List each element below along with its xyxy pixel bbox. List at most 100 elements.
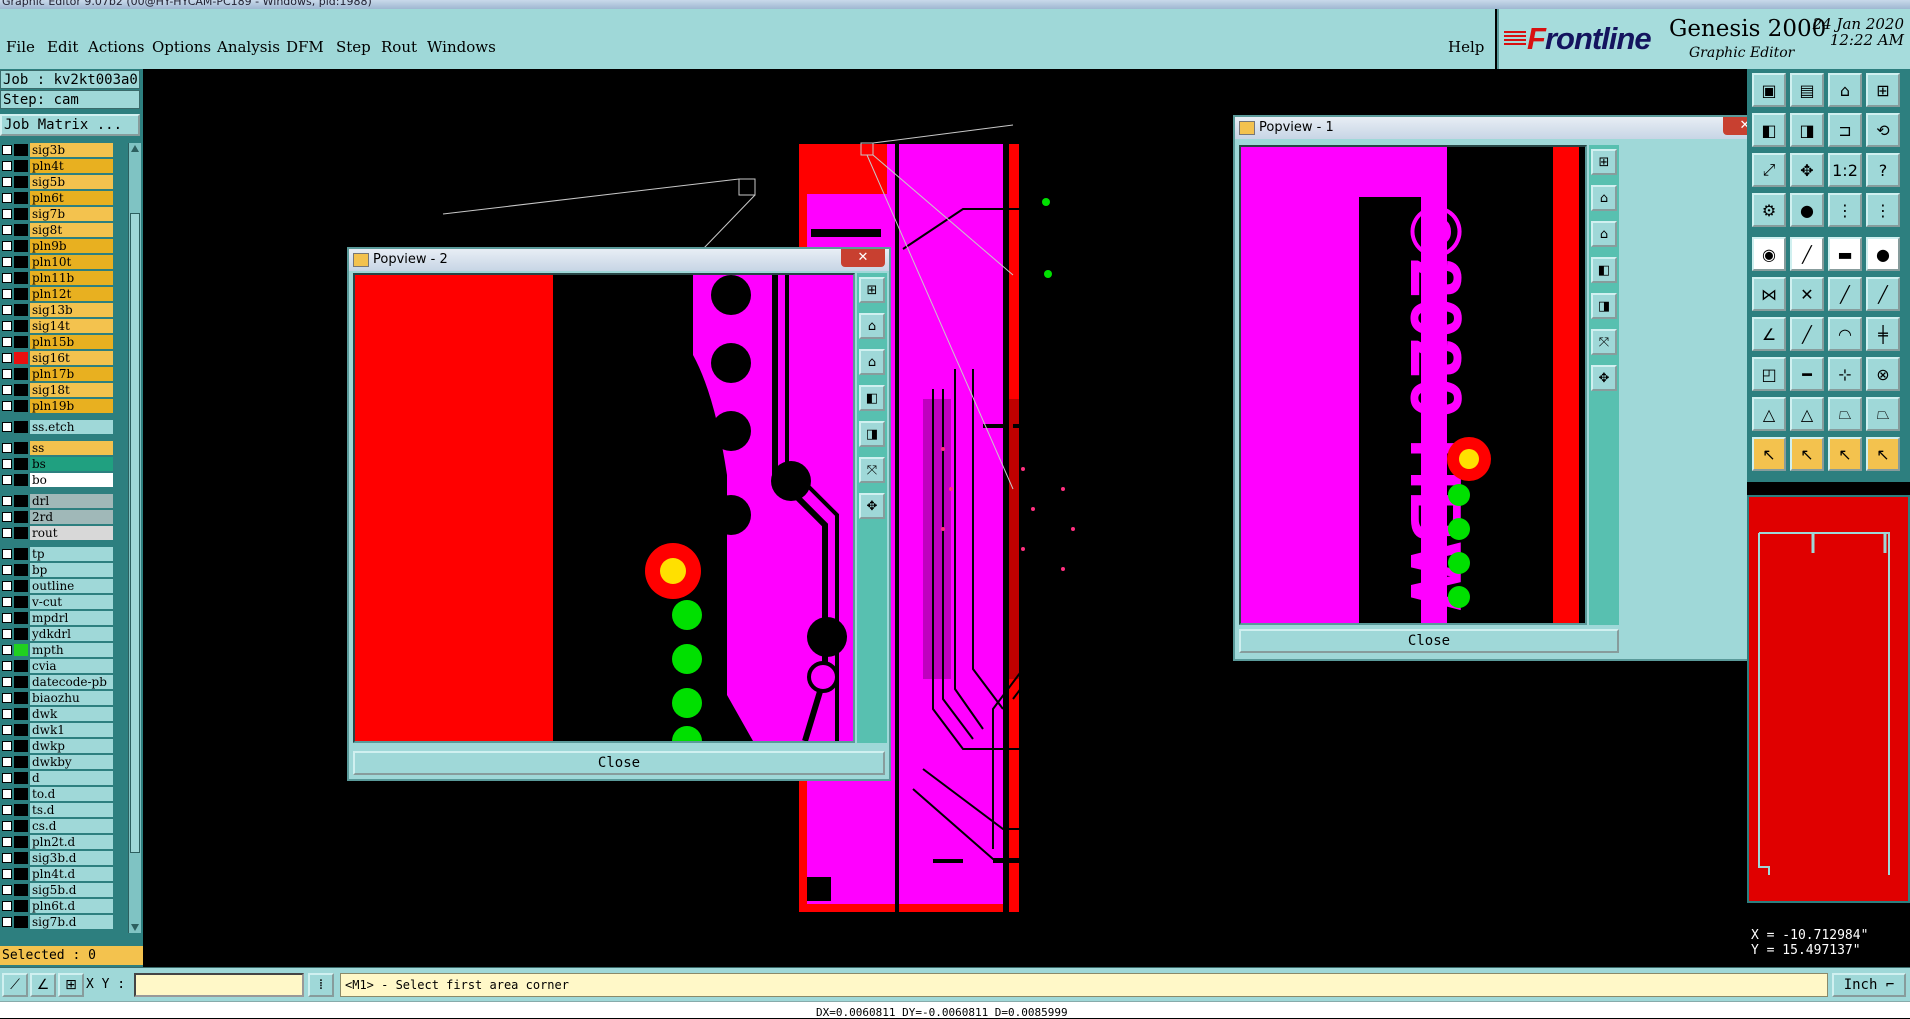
scale-one-to-two-icon[interactable]: 1:2 <box>1828 153 1862 187</box>
layer-checkbox[interactable] <box>2 869 12 879</box>
layer-checkbox[interactable] <box>2 693 12 703</box>
layer-checkbox[interactable] <box>2 401 12 411</box>
layer-display-swatch[interactable] <box>14 580 28 592</box>
layer-row[interactable]: pln10t <box>0 255 128 269</box>
layer-name[interactable]: drl <box>30 494 113 508</box>
layer-display-swatch[interactable] <box>14 820 28 832</box>
layer-checkbox[interactable] <box>2 661 12 671</box>
layer-display-swatch[interactable] <box>14 676 28 688</box>
angle-icon[interactable]: ∠ <box>1752 317 1786 351</box>
layer-checkbox[interactable] <box>2 725 12 735</box>
layer-row[interactable]: datecode-pb <box>0 675 128 689</box>
layer-display-swatch[interactable] <box>14 144 28 156</box>
save-view-icon[interactable]: ▤ <box>1790 73 1824 107</box>
layer-display-swatch[interactable] <box>14 660 28 672</box>
layer-display-swatch[interactable] <box>14 458 28 470</box>
home-view-icon[interactable]: ⌂ <box>1828 73 1862 107</box>
layer-name[interactable]: d <box>30 771 113 785</box>
zoom-home-icon[interactable]: ⌂ <box>1591 185 1617 211</box>
layer-checkbox[interactable] <box>2 853 12 863</box>
layer-row[interactable]: sig3b.d <box>0 851 128 865</box>
layer-row[interactable]: sig16t <box>0 351 128 365</box>
layer-name[interactable]: sig3b.d <box>30 851 113 865</box>
layer-row[interactable]: dwkp <box>0 739 128 753</box>
layer-checkbox[interactable] <box>2 885 12 895</box>
layer-row[interactable]: sig5b <box>0 175 128 189</box>
layer-row[interactable]: sig13b <box>0 303 128 317</box>
redraw-icon[interactable]: ⟲ <box>1866 113 1900 147</box>
layer-display-swatch[interactable] <box>14 208 28 220</box>
layer-name[interactable]: biaozhu <box>30 691 113 705</box>
layer-checkbox[interactable] <box>2 353 12 363</box>
pan-right-icon[interactable]: ◨ <box>1591 293 1617 319</box>
layer-display-swatch[interactable] <box>14 644 28 656</box>
layer-checkbox[interactable] <box>2 443 12 453</box>
scroll-thumb[interactable] <box>130 213 140 853</box>
layer-checkbox[interactable] <box>2 789 12 799</box>
layer-name[interactable]: 2rd <box>30 510 113 524</box>
pan-left-icon[interactable]: ◧ <box>1591 257 1617 283</box>
layer-display-swatch[interactable] <box>14 884 28 896</box>
layer-row[interactable]: dwk1 <box>0 723 128 737</box>
layer-name[interactable]: pln15b <box>30 335 113 349</box>
layer-name[interactable]: cvia <box>30 659 113 673</box>
group-icon[interactable]: ⊗ <box>1866 357 1900 391</box>
layer-checkbox[interactable] <box>2 709 12 719</box>
layer-checkbox[interactable] <box>2 512 12 522</box>
layer-list-scrollbar[interactable] <box>128 143 141 933</box>
layer-name[interactable]: tp <box>30 547 113 561</box>
layer-row[interactable]: sig3b <box>0 143 128 157</box>
layer-name[interactable]: sig5b.d <box>30 883 113 897</box>
layer-display-swatch[interactable] <box>14 384 28 396</box>
layer-checkbox[interactable] <box>2 289 12 299</box>
layer-checkbox[interactable] <box>2 161 12 171</box>
layer-row[interactable]: dwk <box>0 707 128 721</box>
layer-name[interactable]: bo <box>30 473 113 487</box>
zoom-out-icon[interactable]: ⤧ <box>1591 329 1617 355</box>
layer-name[interactable]: sig16t <box>30 351 113 365</box>
zoom-fit-icon[interactable]: ⊞ <box>1591 149 1617 175</box>
pan-left-icon[interactable]: ◧ <box>1752 113 1786 147</box>
select-arrow2-icon[interactable]: ↖ <box>1790 437 1824 471</box>
layer-display-swatch[interactable] <box>14 352 28 364</box>
menu-rout[interactable]: Rout <box>381 38 417 56</box>
job-matrix-button[interactable]: Job Matrix ... <box>0 114 140 136</box>
scroll-up-icon[interactable] <box>131 145 139 152</box>
layer-display-swatch[interactable] <box>14 788 28 800</box>
slash-icon[interactable]: ╱ <box>1790 317 1824 351</box>
layer-checkbox[interactable] <box>2 821 12 831</box>
trapezoid-icon[interactable]: ⏢ <box>1828 397 1862 431</box>
popview-2-close-icon[interactable]: ✕ <box>841 249 885 267</box>
layer-row[interactable]: dwkby <box>0 755 128 769</box>
line-red-icon[interactable]: ╱ <box>1828 277 1862 311</box>
layer-row[interactable]: pln12t <box>0 287 128 301</box>
layer-name[interactable]: dwkby <box>30 755 113 769</box>
layer-row[interactable]: biaozhu <box>0 691 128 705</box>
layer-checkbox[interactable] <box>2 241 12 251</box>
layer-row[interactable]: mpdrl <box>0 611 128 625</box>
layer-name[interactable]: ss <box>30 441 113 455</box>
layer-display-swatch[interactable] <box>14 740 28 752</box>
layer-checkbox[interactable] <box>2 321 12 331</box>
layer-name[interactable]: dwk1 <box>30 723 113 737</box>
layer-row[interactable]: pln6t <box>0 191 128 205</box>
popview-1-close-button[interactable]: Close <box>1239 629 1619 653</box>
layer-checkbox[interactable] <box>2 369 12 379</box>
layer-display-swatch[interactable] <box>14 724 28 736</box>
arc-icon[interactable]: ◠ <box>1828 317 1862 351</box>
layer-display-swatch[interactable] <box>14 288 28 300</box>
layer-name[interactable]: outline <box>30 579 113 593</box>
layer-row[interactable]: pln19b <box>0 399 128 413</box>
popview-2-canvas[interactable] <box>353 273 855 743</box>
layer-name[interactable]: dwkp <box>30 739 113 753</box>
menu-actions[interactable]: Actions <box>88 38 144 56</box>
layer-row[interactable]: v-cut <box>0 595 128 609</box>
layer-display-swatch[interactable] <box>14 256 28 268</box>
layer-display-swatch[interactable] <box>14 628 28 640</box>
layer-display-swatch[interactable] <box>14 868 28 880</box>
snap-mode-icon[interactable]: ⟋ <box>2 973 28 997</box>
layer-row[interactable]: pln6t.d <box>0 899 128 913</box>
zoom-in-icon[interactable]: ✥ <box>859 493 885 519</box>
layer-row[interactable]: cs.d <box>0 819 128 833</box>
layer-checkbox[interactable] <box>2 528 12 538</box>
